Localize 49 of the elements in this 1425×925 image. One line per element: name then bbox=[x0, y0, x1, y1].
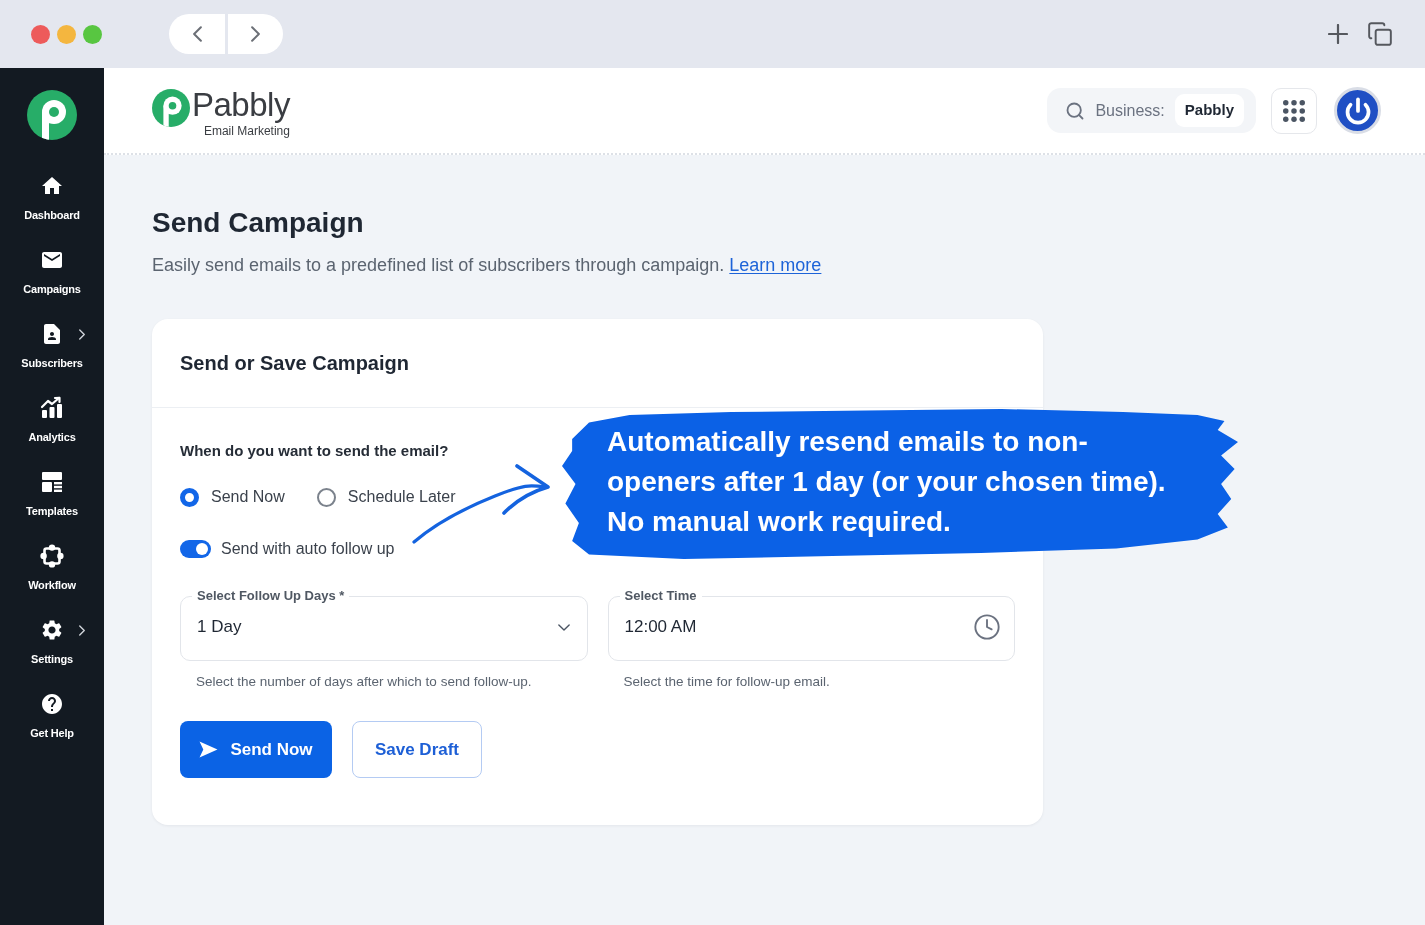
radio-button[interactable] bbox=[316, 487, 336, 507]
page-description: Easily send emails to a predefined list of subscribers through campaign. Learn more bbox=[152, 254, 822, 277]
sidebar-item[interactable]: Settings bbox=[0, 616, 104, 690]
logo-wordmark: Pabbly bbox=[192, 87, 290, 122]
help-icon bbox=[40, 692, 64, 716]
logo-tagline: Email Marketing bbox=[203, 123, 290, 138]
learn-more-link[interactable]: Learn more bbox=[729, 255, 822, 275]
power-icon[interactable] bbox=[1334, 87, 1381, 134]
logo-icon[interactable] bbox=[27, 90, 77, 140]
toggle-switch[interactable] bbox=[180, 540, 211, 558]
callout-text: Automatically resend emails to non-openers after 1 day (or your chosen time). No manual work required. bbox=[607, 425, 1167, 539]
chevron-right-icon bbox=[251, 26, 260, 42]
send-now-button[interactable]: Send Now bbox=[180, 721, 332, 779]
workflow-icon bbox=[40, 544, 64, 568]
helper-text: Select the number of days after which to send follow-up. bbox=[195, 673, 533, 691]
sidebar-item[interactable]: Templates bbox=[0, 468, 104, 542]
save-draft-button[interactable]: Save Draft bbox=[352, 721, 482, 779]
sidebar-item[interactable]: Dashboard bbox=[0, 172, 104, 246]
toggle-label: Send with auto follow up bbox=[221, 539, 395, 559]
send-icon bbox=[199, 741, 219, 759]
radio-label: Schedule Later bbox=[347, 487, 456, 507]
sidebar-item[interactable]: Workflow bbox=[0, 542, 104, 616]
page-title: Send Campaign bbox=[152, 207, 364, 239]
chevron-down-icon bbox=[557, 623, 570, 631]
sidebar-item[interactable]: Analytics bbox=[0, 394, 104, 468]
search-icon bbox=[1065, 100, 1086, 121]
chevron-left-icon bbox=[192, 26, 202, 42]
field-label: Select Time bbox=[623, 587, 698, 605]
apps-grid-button[interactable] bbox=[1271, 87, 1317, 134]
close-window-icon[interactable] bbox=[31, 24, 50, 44]
radio-label: Send Now bbox=[211, 487, 285, 507]
settings-icon bbox=[40, 618, 64, 642]
grid-icon bbox=[1283, 99, 1305, 122]
business-switcher[interactable]: Business: Pabbly bbox=[1047, 88, 1256, 133]
layout-icon bbox=[40, 470, 64, 494]
new-tab-icon[interactable] bbox=[1328, 24, 1348, 44]
helper-text: Select the time for follow-up email. bbox=[622, 673, 831, 691]
card-title: Send or Save Campaign bbox=[180, 351, 409, 376]
copy-icon[interactable] bbox=[1367, 21, 1393, 47]
business-label: Business: bbox=[1095, 100, 1165, 121]
clock-icon bbox=[973, 613, 1001, 641]
business-value: Pabbly bbox=[1174, 94, 1244, 127]
field-label: Select Follow Up Days * bbox=[196, 587, 346, 605]
bar-chart-icon bbox=[40, 396, 64, 420]
sidebar-item[interactable]: Campaigns bbox=[0, 246, 104, 320]
sidebar-item[interactable]: Get Help bbox=[0, 690, 104, 764]
question-text: When do you want to send the email? bbox=[180, 441, 449, 461]
radio-button[interactable] bbox=[180, 487, 199, 507]
sidebar-item[interactable]: Subscribers bbox=[0, 320, 104, 394]
